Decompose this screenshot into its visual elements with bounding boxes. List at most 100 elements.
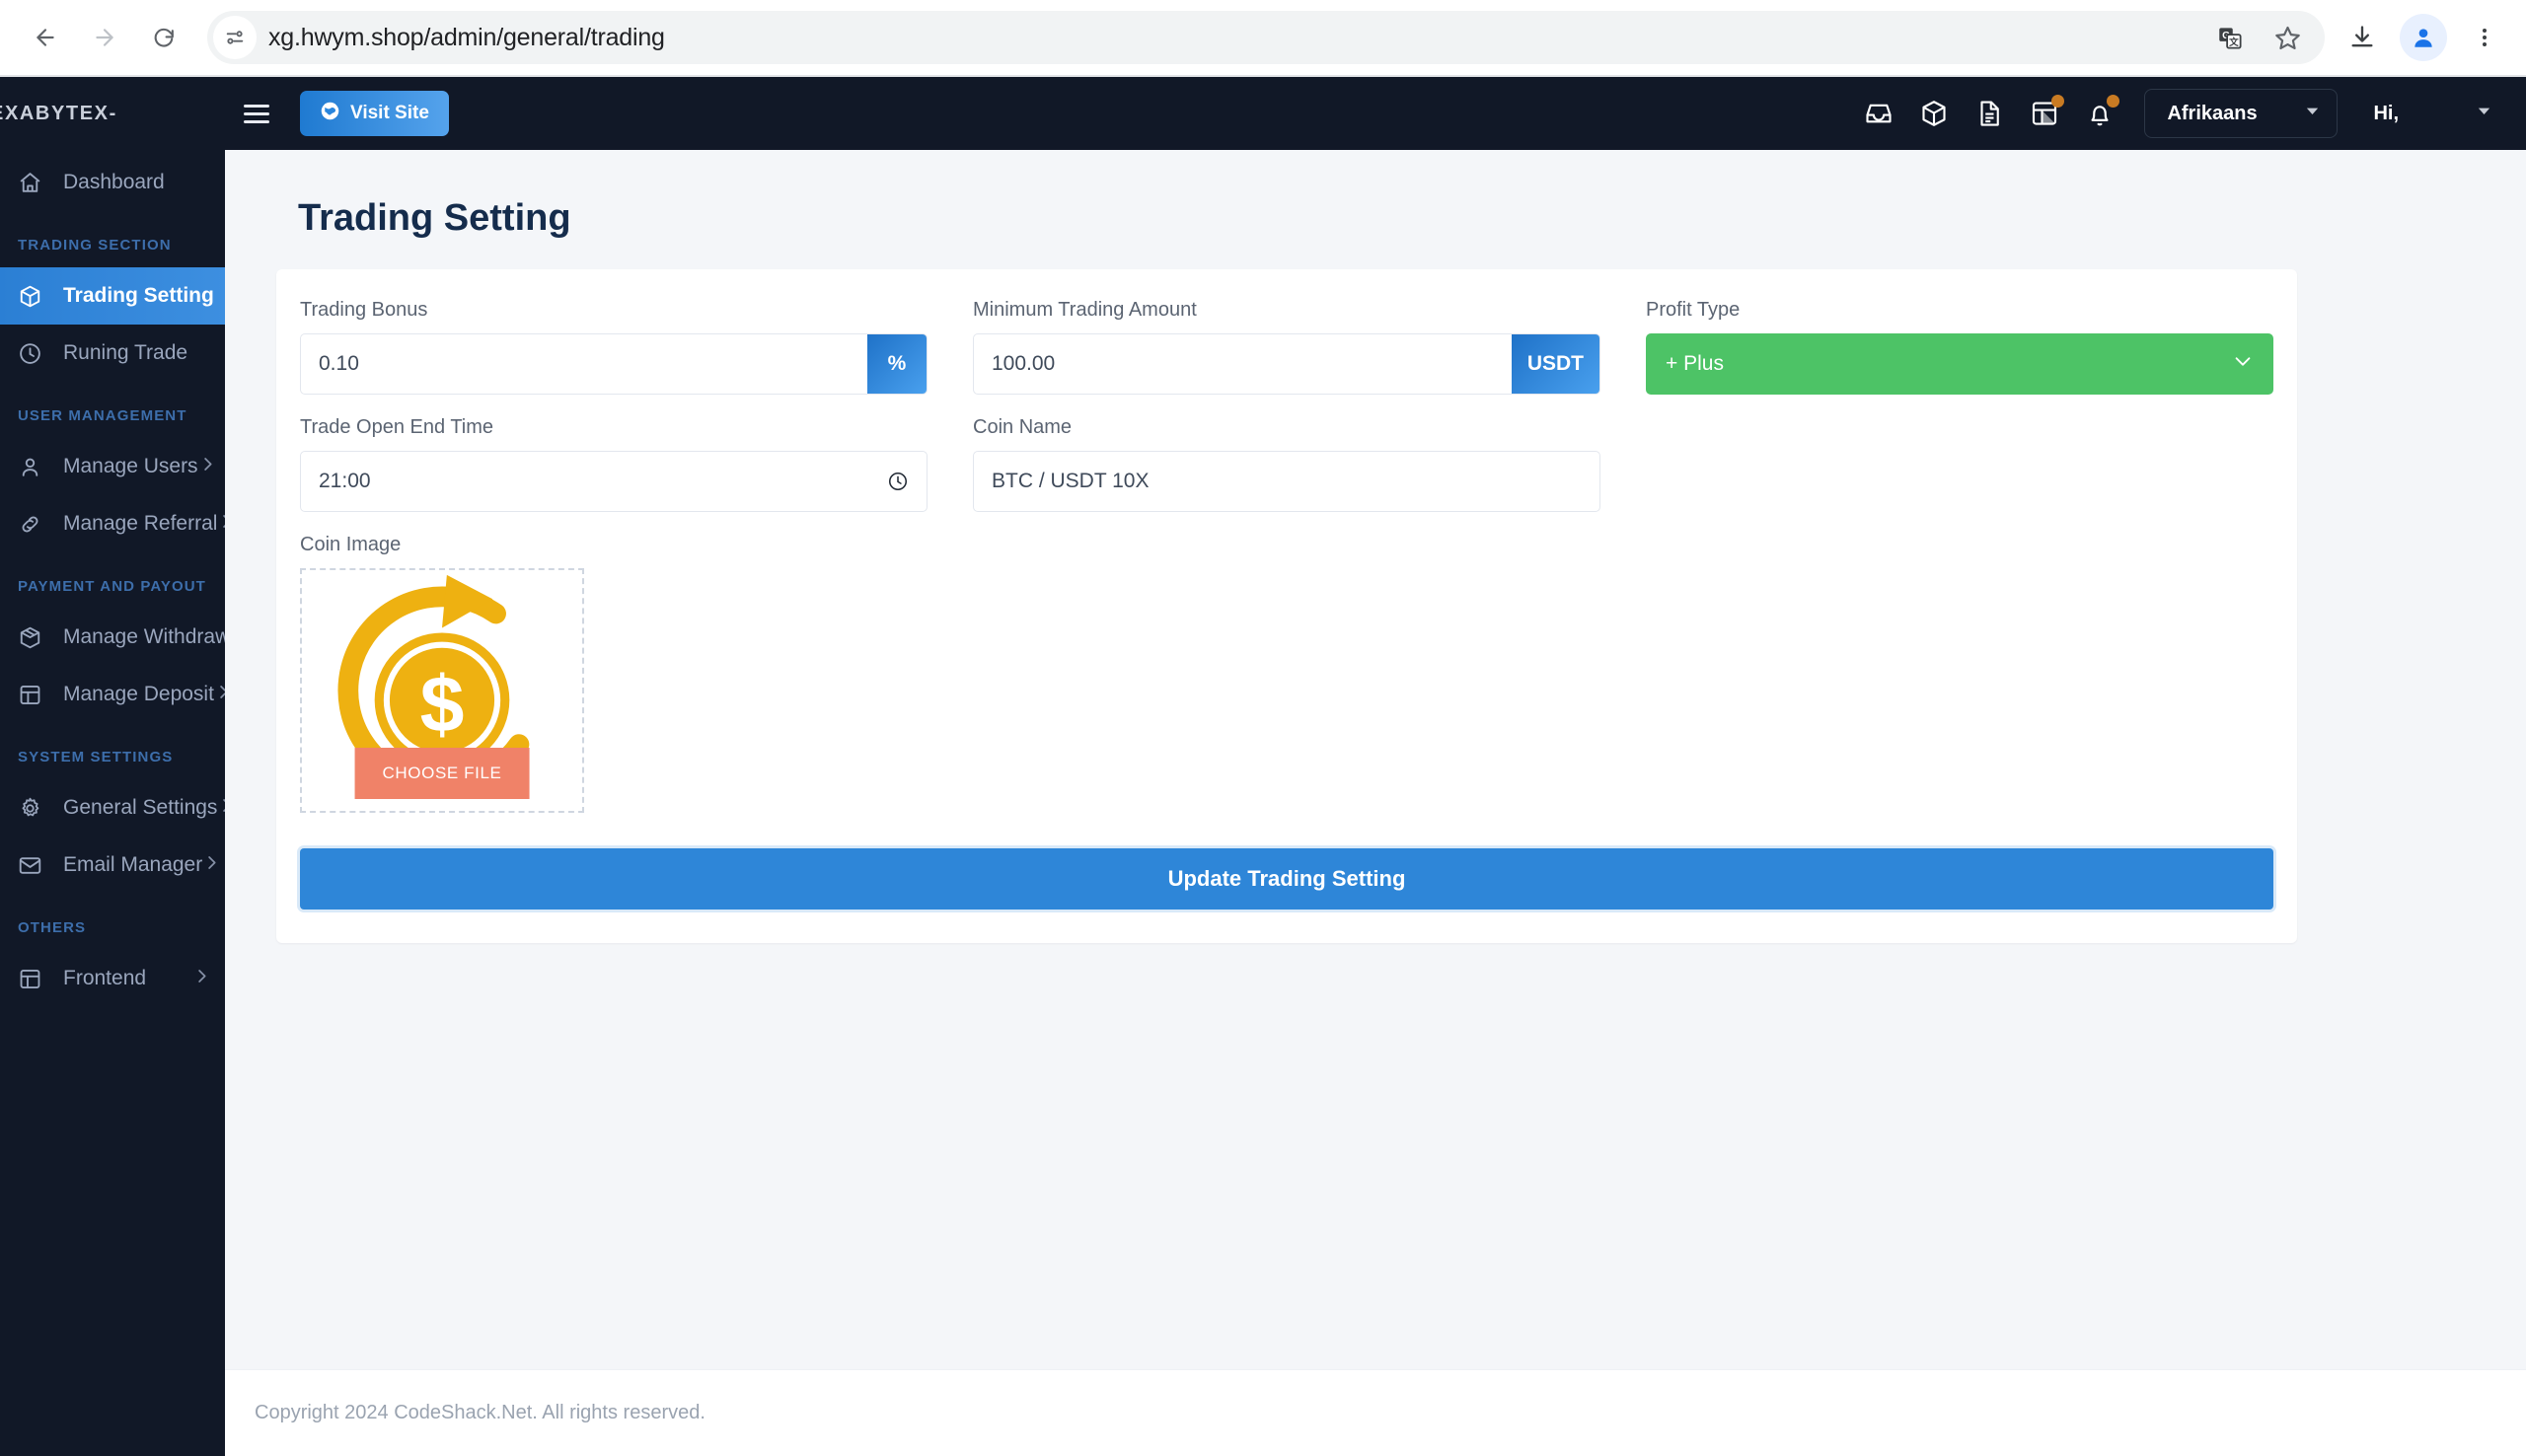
browser-toolbar: xg.hwym.shop/admin/general/trading G 文 <box>0 0 2526 75</box>
page-title: Trading Setting <box>276 150 2475 269</box>
minimum-trading-amount-input-group[interactable]: 100.00 USDT <box>973 333 1600 395</box>
chevron-down-icon <box>2304 103 2321 125</box>
sidebar-section-payment-payout: PAYMENT AND PAYOUT <box>0 552 225 609</box>
sidebar-item-dashboard[interactable]: Dashboard <box>0 154 225 211</box>
reload-button[interactable] <box>136 10 191 65</box>
choose-file-button[interactable]: CHOOSE FILE <box>355 748 530 799</box>
sidebar-item-label: Trading Setting <box>63 284 214 308</box>
app-shell: EXABYTEX- Dashboard TRADING SECTION Trad… <box>0 77 2526 1456</box>
copyright-text: Copyright 2024 CodeShack.Net. All rights… <box>255 1402 706 1424</box>
address-bar[interactable]: xg.hwym.shop/admin/general/trading G 文 <box>207 11 2325 64</box>
brand-logo[interactable]: EXABYTEX- <box>0 77 225 150</box>
coin-name-input[interactable]: BTC / USDT 10X <box>974 452 1599 511</box>
sidebar-item-runing-trade[interactable]: Runing Trade <box>0 325 225 382</box>
chevron-right-icon <box>192 967 211 991</box>
coin-name-label: Coin Name <box>973 416 1600 439</box>
browser-menu-button[interactable] <box>2461 14 2508 61</box>
minimum-trading-amount-label: Minimum Trading Amount <box>973 299 1600 322</box>
coin-name-input-group[interactable]: BTC / USDT 10X <box>973 451 1600 512</box>
chevron-right-icon <box>214 683 225 707</box>
profit-type-value: + Plus <box>1666 352 1724 376</box>
forward-arrow-icon <box>92 25 117 50</box>
grid-spacer <box>1646 416 2273 534</box>
trading-bonus-addon: % <box>867 334 927 394</box>
inbox-icon <box>1864 99 1894 128</box>
notifications-button[interactable] <box>2085 99 2115 128</box>
sidebar-item-manage-deposit[interactable]: Manage Deposit <box>0 666 225 723</box>
forward-button[interactable] <box>77 10 132 65</box>
sidebar-item-label: Manage Users <box>63 455 198 478</box>
user-menu[interactable]: Hi, <box>2373 103 2492 125</box>
profit-type-select[interactable]: + Plus <box>1646 333 2273 395</box>
url-text: xg.hwym.shop/admin/general/trading <box>268 24 665 52</box>
update-trading-setting-button[interactable]: Update Trading Setting <box>300 848 2273 910</box>
sidebar-item-label: Manage Withdraw <box>63 625 225 649</box>
reports-badge <box>2051 95 2064 108</box>
sidebar-item-label: Manage Deposit <box>63 683 214 706</box>
sidebar-item-email-manager[interactable]: Email Manager <box>0 837 225 894</box>
profile-avatar-icon <box>2411 25 2436 50</box>
footer: Copyright 2024 CodeShack.Net. All rights… <box>225 1369 2526 1456</box>
site-settings-icon <box>224 27 246 48</box>
sidebar-item-trading-setting[interactable]: Trading Setting <box>0 267 225 325</box>
sidebar-item-manage-withdraw[interactable]: Manage Withdraw <box>0 609 225 666</box>
field-profit-type: Profit Type + Plus <box>1646 299 2273 395</box>
language-selector[interactable]: Afrikaans <box>2144 89 2338 138</box>
main-area: Visit Site <box>225 77 2526 1456</box>
clock-icon[interactable] <box>887 452 927 511</box>
download-button[interactable] <box>2339 14 2386 61</box>
three-dot-menu-icon <box>2473 26 2496 49</box>
chevron-right-icon <box>202 853 221 878</box>
field-coin-name: Coin Name BTC / USDT 10X <box>973 416 1600 512</box>
field-minimum-trading-amount: Minimum Trading Amount 100.00 USDT <box>973 299 1600 395</box>
minimum-trading-amount-addon: USDT <box>1512 334 1599 394</box>
sidebar-section-system-settings: SYSTEM SETTINGS <box>0 723 225 779</box>
box-icon <box>18 284 47 309</box>
back-button[interactable] <box>18 10 73 65</box>
globe-icon <box>320 101 340 127</box>
bookmark-button[interactable] <box>2264 14 2311 61</box>
sidebar-item-general-settings[interactable]: General Settings <box>0 779 225 837</box>
gear-icon <box>18 796 47 821</box>
site-settings-button[interactable] <box>213 16 257 59</box>
chevron-right-icon <box>217 512 225 537</box>
sidebar-section-user-management: USER MANAGEMENT <box>0 382 225 438</box>
sidebar-item-manage-referral[interactable]: Manage Referral <box>0 495 225 552</box>
translate-button[interactable]: G 文 <box>2206 14 2254 61</box>
chevron-right-icon <box>217 796 225 821</box>
document-icon <box>1974 99 2004 128</box>
svg-text:文: 文 <box>2228 36 2239 47</box>
browser-actions <box>2339 14 2508 61</box>
trading-bonus-label: Trading Bonus <box>300 299 928 322</box>
link-icon <box>18 512 47 537</box>
svg-text:$: $ <box>420 660 465 749</box>
orders-button[interactable] <box>1919 99 1949 128</box>
sidebar-item-frontend[interactable]: Frontend <box>0 950 225 1007</box>
minimum-trading-amount-input[interactable]: 100.00 <box>974 334 1512 394</box>
coin-image-dropzone[interactable]: $ CHOOSE FILE <box>300 568 584 813</box>
trade-open-end-time-input[interactable]: 21:00 <box>301 452 887 511</box>
trading-setting-card: Trading Bonus 0.10 % Minimum Trading Amo… <box>276 269 2297 943</box>
user-greeting: Hi, <box>2373 103 2399 125</box>
home-icon <box>18 171 47 195</box>
sidebar-toggle-button[interactable] <box>225 77 288 150</box>
trading-bonus-input[interactable]: 0.10 <box>301 334 867 394</box>
sidebar-item-label: Dashboard <box>63 171 211 194</box>
visit-site-button[interactable]: Visit Site <box>300 91 449 136</box>
reload-icon <box>152 26 177 50</box>
trading-bonus-input-group[interactable]: 0.10 % <box>300 333 928 395</box>
reports-button[interactable] <box>2030 99 2059 128</box>
profile-button[interactable] <box>2400 14 2447 61</box>
sidebar-section-trading: TRADING SECTION <box>0 211 225 267</box>
language-value: Afrikaans <box>2167 103 2257 125</box>
chevron-right-icon <box>198 455 217 479</box>
download-icon <box>2348 24 2376 51</box>
documents-button[interactable] <box>1974 99 2004 128</box>
hamburger-icon <box>244 100 269 128</box>
inbox-button[interactable] <box>1864 99 1894 128</box>
trade-open-end-time-input-group[interactable]: 21:00 <box>300 451 928 512</box>
sidebar-section-others: OTHERS <box>0 894 225 950</box>
notifications-badge <box>2107 95 2119 108</box>
brand-text: EXABYTEX- <box>0 103 117 125</box>
sidebar-item-manage-users[interactable]: Manage Users <box>0 438 225 495</box>
